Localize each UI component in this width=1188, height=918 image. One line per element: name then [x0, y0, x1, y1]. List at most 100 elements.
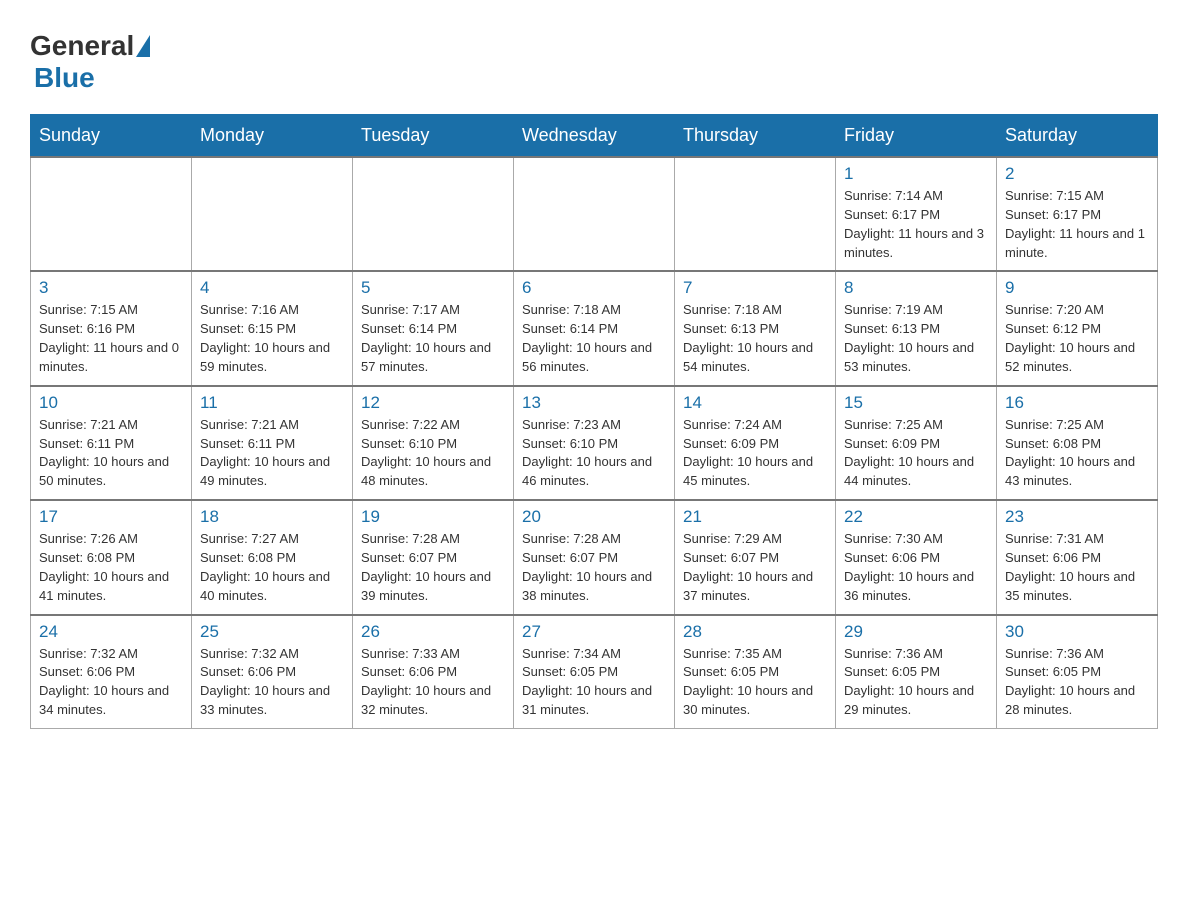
day-info: Sunrise: 7:26 AM Sunset: 6:08 PM Dayligh… [39, 530, 183, 605]
day-number: 21 [683, 507, 827, 527]
day-info: Sunrise: 7:27 AM Sunset: 6:08 PM Dayligh… [200, 530, 344, 605]
week-row-3: 10 Sunrise: 7:21 AM Sunset: 6:11 PM Dayli… [31, 386, 1158, 500]
day-number: 9 [1005, 278, 1149, 298]
day-info: Sunrise: 7:25 AM Sunset: 6:09 PM Dayligh… [844, 416, 988, 491]
day-number: 8 [844, 278, 988, 298]
day-number: 11 [200, 393, 344, 413]
day-info: Sunrise: 7:21 AM Sunset: 6:11 PM Dayligh… [200, 416, 344, 491]
week-row-5: 24 Sunrise: 7:32 AM Sunset: 6:06 PM Dayli… [31, 615, 1158, 729]
day-info: Sunrise: 7:22 AM Sunset: 6:10 PM Dayligh… [361, 416, 505, 491]
day-number: 12 [361, 393, 505, 413]
calendar-cell: 10 Sunrise: 7:21 AM Sunset: 6:11 PM Dayli… [31, 386, 192, 500]
day-number: 28 [683, 622, 827, 642]
day-number: 6 [522, 278, 666, 298]
calendar-cell: 26Sunrise: 7:33 AM Sunset: 6:06 PM Dayli… [353, 615, 514, 729]
calendar-cell: 1Sunrise: 7:14 AM Sunset: 6:17 PM Daylig… [836, 157, 997, 271]
day-number: 7 [683, 278, 827, 298]
week-row-2: 3 Sunrise: 7:15 AM Sunset: 6:16 PM Daylig… [31, 271, 1158, 385]
day-info: Sunrise: 7:25 AM Sunset: 6:08 PM Dayligh… [1005, 416, 1149, 491]
day-number: 18 [200, 507, 344, 527]
weekday-header-tuesday: Tuesday [353, 115, 514, 158]
day-number: 20 [522, 507, 666, 527]
day-info: Sunrise: 7:15 AM Sunset: 6:16 PM Dayligh… [39, 301, 183, 376]
day-number: 24 [39, 622, 183, 642]
calendar-cell: 23Sunrise: 7:31 AM Sunset: 6:06 PM Dayli… [997, 500, 1158, 614]
calendar-cell: 29 Sunrise: 7:36 AM Sunset: 6:05 PM Dayli… [836, 615, 997, 729]
day-number: 15 [844, 393, 988, 413]
day-number: 22 [844, 507, 988, 527]
calendar-cell: 8 Sunrise: 7:19 AM Sunset: 6:13 PM Daylig… [836, 271, 997, 385]
logo-triangle-icon [136, 35, 150, 57]
calendar-cell: 3 Sunrise: 7:15 AM Sunset: 6:16 PM Daylig… [31, 271, 192, 385]
calendar-cell: 4 Sunrise: 7:16 AM Sunset: 6:15 PM Daylig… [192, 271, 353, 385]
calendar-cell: 5 Sunrise: 7:17 AM Sunset: 6:14 PM Daylig… [353, 271, 514, 385]
day-number: 29 [844, 622, 988, 642]
calendar-cell [353, 157, 514, 271]
day-number: 27 [522, 622, 666, 642]
calendar-cell: 14 Sunrise: 7:24 AM Sunset: 6:09 PM Dayli… [675, 386, 836, 500]
calendar-cell: 30 Sunrise: 7:36 AM Sunset: 6:05 PM Dayli… [997, 615, 1158, 729]
weekday-header-sunday: Sunday [31, 115, 192, 158]
calendar-cell: 6Sunrise: 7:18 AM Sunset: 6:14 PM Daylig… [514, 271, 675, 385]
day-info: Sunrise: 7:34 AM Sunset: 6:05 PM Dayligh… [522, 645, 666, 720]
day-number: 4 [200, 278, 344, 298]
day-info: Sunrise: 7:17 AM Sunset: 6:14 PM Dayligh… [361, 301, 505, 376]
day-number: 3 [39, 278, 183, 298]
calendar-table: SundayMondayTuesdayWednesdayThursdayFrid… [30, 114, 1158, 729]
weekday-header-thursday: Thursday [675, 115, 836, 158]
calendar-cell: 21Sunrise: 7:29 AM Sunset: 6:07 PM Dayli… [675, 500, 836, 614]
calendar-cell: 20 Sunrise: 7:28 AM Sunset: 6:07 PM Dayli… [514, 500, 675, 614]
day-info: Sunrise: 7:21 AM Sunset: 6:11 PM Dayligh… [39, 416, 183, 491]
logo-general-text: General [30, 30, 134, 62]
weekday-header-friday: Friday [836, 115, 997, 158]
calendar-cell: 19 Sunrise: 7:28 AM Sunset: 6:07 PM Dayli… [353, 500, 514, 614]
day-info: Sunrise: 7:36 AM Sunset: 6:05 PM Dayligh… [844, 645, 988, 720]
weekday-header-saturday: Saturday [997, 115, 1158, 158]
calendar-cell: 7 Sunrise: 7:18 AM Sunset: 6:13 PM Daylig… [675, 271, 836, 385]
calendar-cell: 13Sunrise: 7:23 AM Sunset: 6:10 PM Dayli… [514, 386, 675, 500]
weekday-header-wednesday: Wednesday [514, 115, 675, 158]
day-info: Sunrise: 7:28 AM Sunset: 6:07 PM Dayligh… [522, 530, 666, 605]
logo: General Blue [30, 20, 152, 94]
calendar-cell: 28Sunrise: 7:35 AM Sunset: 6:05 PM Dayli… [675, 615, 836, 729]
calendar-cell [31, 157, 192, 271]
day-info: Sunrise: 7:28 AM Sunset: 6:07 PM Dayligh… [361, 530, 505, 605]
day-number: 10 [39, 393, 183, 413]
day-number: 16 [1005, 393, 1149, 413]
week-row-4: 17 Sunrise: 7:26 AM Sunset: 6:08 PM Dayli… [31, 500, 1158, 614]
day-info: Sunrise: 7:32 AM Sunset: 6:06 PM Dayligh… [200, 645, 344, 720]
day-info: Sunrise: 7:33 AM Sunset: 6:06 PM Dayligh… [361, 645, 505, 720]
day-number: 1 [844, 164, 988, 184]
day-info: Sunrise: 7:16 AM Sunset: 6:15 PM Dayligh… [200, 301, 344, 376]
day-info: Sunrise: 7:19 AM Sunset: 6:13 PM Dayligh… [844, 301, 988, 376]
calendar-cell: 11 Sunrise: 7:21 AM Sunset: 6:11 PM Dayli… [192, 386, 353, 500]
day-info: Sunrise: 7:20 AM Sunset: 6:12 PM Dayligh… [1005, 301, 1149, 376]
weekday-header-monday: Monday [192, 115, 353, 158]
day-info: Sunrise: 7:30 AM Sunset: 6:06 PM Dayligh… [844, 530, 988, 605]
day-info: Sunrise: 7:31 AM Sunset: 6:06 PM Dayligh… [1005, 530, 1149, 605]
calendar-cell [192, 157, 353, 271]
day-number: 25 [200, 622, 344, 642]
calendar-cell [514, 157, 675, 271]
calendar-cell: 15 Sunrise: 7:25 AM Sunset: 6:09 PM Dayli… [836, 386, 997, 500]
day-info: Sunrise: 7:18 AM Sunset: 6:13 PM Dayligh… [683, 301, 827, 376]
day-info: Sunrise: 7:24 AM Sunset: 6:09 PM Dayligh… [683, 416, 827, 491]
day-number: 30 [1005, 622, 1149, 642]
calendar-cell: 18 Sunrise: 7:27 AM Sunset: 6:08 PM Dayli… [192, 500, 353, 614]
calendar-cell: 12 Sunrise: 7:22 AM Sunset: 6:10 PM Dayli… [353, 386, 514, 500]
calendar-cell: 16 Sunrise: 7:25 AM Sunset: 6:08 PM Dayli… [997, 386, 1158, 500]
calendar-header-row: SundayMondayTuesdayWednesdayThursdayFrid… [31, 115, 1158, 158]
day-info: Sunrise: 7:36 AM Sunset: 6:05 PM Dayligh… [1005, 645, 1149, 720]
day-number: 17 [39, 507, 183, 527]
day-number: 19 [361, 507, 505, 527]
calendar-cell: 24 Sunrise: 7:32 AM Sunset: 6:06 PM Dayli… [31, 615, 192, 729]
day-number: 5 [361, 278, 505, 298]
logo-blue-text: Blue [34, 62, 95, 93]
calendar-cell [675, 157, 836, 271]
calendar-cell: 17 Sunrise: 7:26 AM Sunset: 6:08 PM Dayli… [31, 500, 192, 614]
calendar-cell: 27 Sunrise: 7:34 AM Sunset: 6:05 PM Dayli… [514, 615, 675, 729]
day-info: Sunrise: 7:32 AM Sunset: 6:06 PM Dayligh… [39, 645, 183, 720]
page-header: General Blue [30, 20, 1158, 94]
day-number: 14 [683, 393, 827, 413]
calendar-cell: 22 Sunrise: 7:30 AM Sunset: 6:06 PM Dayli… [836, 500, 997, 614]
